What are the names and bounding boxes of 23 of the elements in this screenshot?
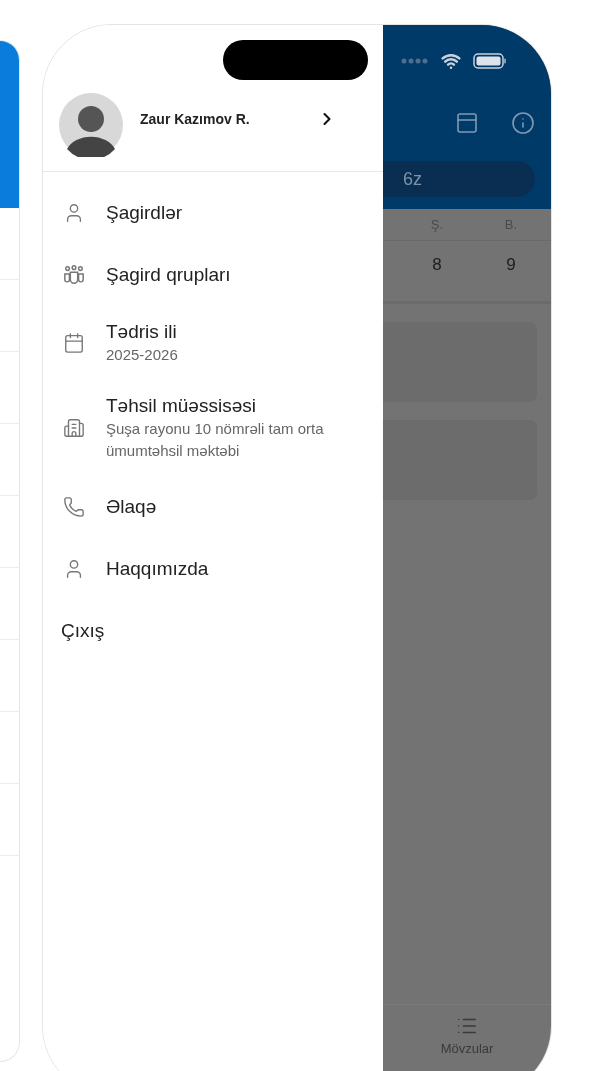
- people-icon: [63, 264, 85, 286]
- menu-item[interactable]: Şagirdlər: [106, 201, 183, 225]
- menu-item[interactable]: Şagird qrupları: [106, 263, 231, 287]
- panel-icon[interactable]: [455, 111, 479, 135]
- menu-item[interactable]: Əlaqə: [106, 495, 157, 519]
- battery-icon: [473, 53, 507, 69]
- day-number[interactable]: 8: [427, 255, 447, 275]
- menu-item[interactable]: Haqqımızda: [106, 557, 209, 581]
- day-number[interactable]: 9: [501, 255, 521, 275]
- calendar-icon: [63, 332, 85, 354]
- menu-item-subtitle: Şuşa rayonu 10 nömrəli tam orta ümumtəhsil məktəbi: [106, 419, 325, 461]
- menu-item[interactable]: Çıxış: [61, 619, 105, 643]
- phone-icon: [63, 496, 85, 518]
- signal-icon: [401, 58, 429, 64]
- wifi-icon: [441, 51, 461, 71]
- avatar[interactable]: [59, 93, 123, 157]
- menu-item[interactable]: Təhsil müəssisəsi: [106, 394, 356, 418]
- menu-item-subtitle: 2025-2026: [106, 345, 179, 365]
- user-name[interactable]: Zaur Kazımov R.: [140, 111, 300, 127]
- menu-item[interactable]: Tədris ili: [106, 320, 356, 344]
- info-icon[interactable]: [511, 111, 535, 135]
- search-field[interactable]: 6z: [383, 161, 535, 197]
- building-icon: [63, 417, 85, 439]
